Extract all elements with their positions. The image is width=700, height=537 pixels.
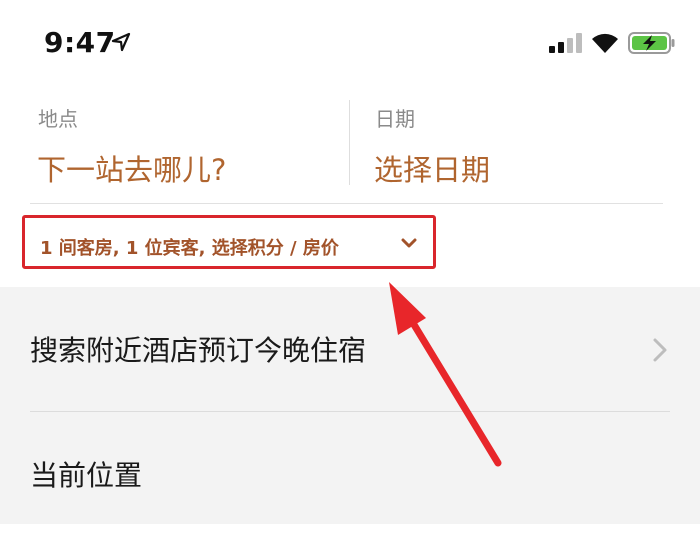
location-label: 地点 <box>38 107 78 131</box>
location-input[interactable]: 下一站去哪儿? <box>37 147 226 189</box>
status-time: 9:47 <box>44 26 116 59</box>
chevron-right-icon <box>653 338 667 362</box>
field-divider <box>349 100 350 185</box>
quick-options-list: 搜索附近酒店预订今晚住宿 当前位置 <box>0 287 700 524</box>
list-item-label: 搜索附近酒店预订今晚住宿 <box>30 334 367 367</box>
wifi-icon <box>592 33 618 53</box>
search-divider <box>30 203 663 204</box>
date-input[interactable]: 选择日期 <box>374 147 490 189</box>
room-guest-selector-label: 1 间客房, 1 位宾客, 选择积分 / 房价 <box>40 238 339 259</box>
status-bar: 9:47 <box>0 0 700 88</box>
list-item-current-location[interactable]: 当前位置 <box>0 412 700 537</box>
list-item-label: 当前位置 <box>30 459 143 492</box>
room-guest-selector[interactable]: 1 间客房, 1 位宾客, 选择积分 / 房价 <box>22 215 436 269</box>
signal-icon <box>549 33 582 53</box>
list-item-search-nearby[interactable]: 搜索附近酒店预订今晚住宿 <box>0 287 700 412</box>
date-label: 日期 <box>375 107 415 131</box>
battery-charging-icon <box>628 32 675 54</box>
location-arrow-icon <box>111 32 131 52</box>
chevron-down-icon <box>401 238 417 248</box>
